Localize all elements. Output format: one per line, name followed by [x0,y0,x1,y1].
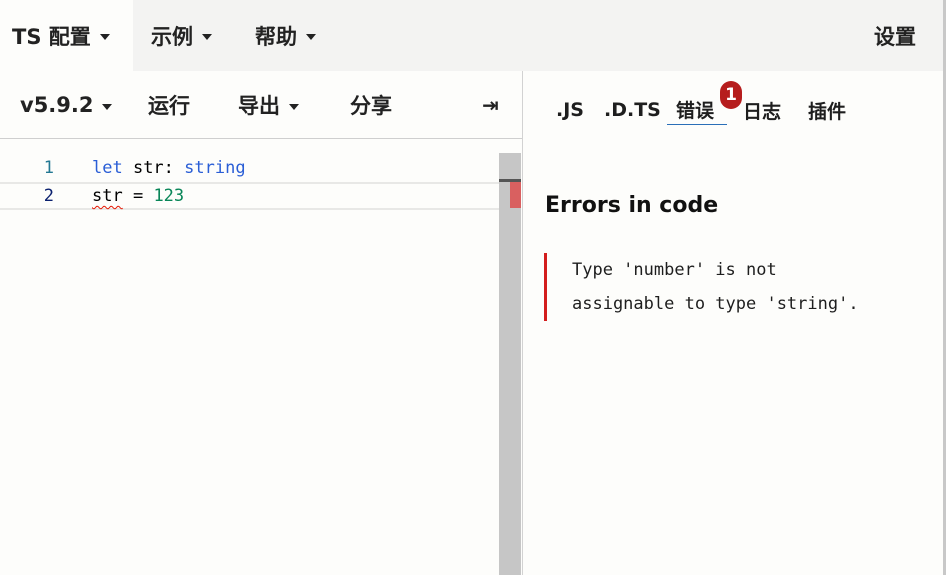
nav-ts-config-label: TS 配置 [12,24,91,49]
nav-help-label: 帮助 [255,24,297,49]
version-label: v5.9.2 [20,93,94,117]
tab-dts[interactable]: .D.TS [604,95,661,125]
line-number: 2 [43,186,54,206]
editor-toolbar: v5.9.2 运行 导出 分享 ⇥ [0,71,522,139]
tab-js[interactable]: .JS [556,95,584,125]
line-number: 1 [43,158,54,178]
editor-scrollbar[interactable] [499,153,521,575]
export-label: 导出 [238,94,280,118]
chevron-down-icon [202,34,212,40]
error-message-line: Type 'number' is not [572,260,777,280]
top-nav: TS 配置 示例 帮助 设置 [0,0,946,71]
output-sidebar: .JS .D.TS 错误 1 日志 插件 Errors in code Type… [523,71,943,575]
tab-dts-label: .D.TS [604,99,661,121]
chevron-down-icon [289,103,299,110]
tab-logs[interactable]: 日志 [743,95,781,125]
identifier-token: str: [122,158,185,178]
tab-errors-label: 错误 [676,100,715,122]
chevron-down-icon [99,34,110,40]
scrollbar-error-marker [510,182,521,208]
code-line-current: 2 str = 123 [0,182,500,210]
nav-ts-config-menu[interactable]: TS 配置 [0,0,133,71]
nav-settings-link[interactable]: 设置 [862,0,928,71]
operator-token: = [122,186,154,206]
share-button[interactable]: 分享 [350,71,392,139]
tab-logs-label: 日志 [743,100,782,123]
nav-examples-label: 示例 [151,24,193,49]
keyword-token: let [92,158,123,178]
nav-settings-label: 设置 [874,24,916,49]
code-editor[interactable]: 1 let str: string 2 str = 123 [0,140,522,575]
error-message-line: assignable to type 'string'. [572,294,859,314]
share-label: 分享 [350,94,392,118]
error-message[interactable]: Type 'number' is not assignable to type … [544,253,904,321]
type-token: string [184,158,246,178]
run-label: 运行 [148,94,190,118]
number-token: 123 [153,186,185,206]
run-button[interactable]: 运行 [148,71,190,139]
code-line: 1 let str: string [0,154,500,182]
tab-plugins[interactable]: 插件 [808,95,846,125]
error-identifier-token[interactable]: str [92,186,123,206]
collapse-glyph: ⇥ [482,93,499,117]
export-menu[interactable]: 导出 [238,71,299,139]
code-text: let str: string [92,154,246,182]
nav-examples-menu[interactable]: 示例 [139,0,224,71]
chevron-down-icon [102,103,113,110]
errors-heading: Errors in code [545,193,719,218]
version-select[interactable]: v5.9.2 [20,71,113,139]
tab-plugins-label: 插件 [808,100,847,123]
error-count-badge: 1 [720,81,742,109]
tab-js-label: .JS [556,99,584,121]
nav-help-menu[interactable]: 帮助 [243,0,328,71]
code-text: str = 123 [92,184,184,208]
collapse-sidebar-icon[interactable]: ⇥ [482,71,499,139]
chevron-down-icon [306,34,316,40]
tab-errors[interactable]: 错误 [667,95,727,125]
